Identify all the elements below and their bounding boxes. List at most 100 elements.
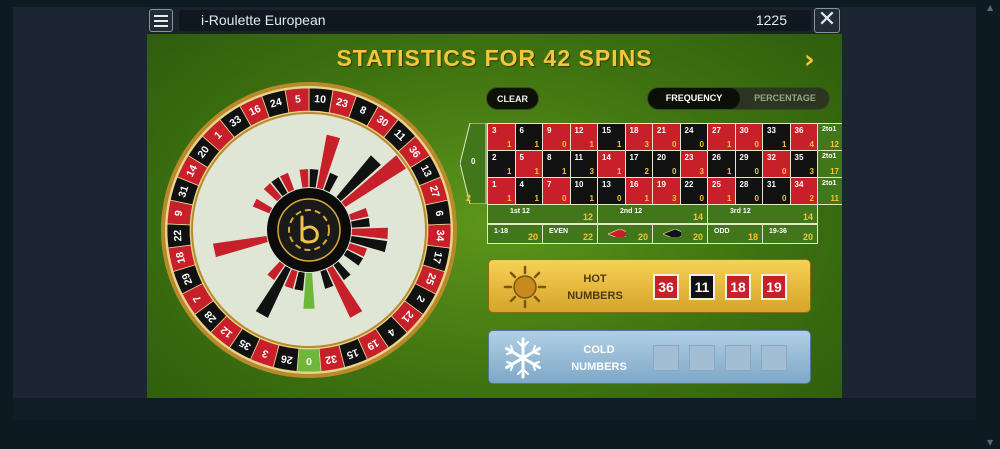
- board-even-money-freq: 22: [582, 232, 593, 242]
- cold-numbers-panel: COLD NUMBERS: [488, 330, 811, 384]
- board-cell[interactable]: 14 1: [597, 150, 626, 178]
- board-cell-number: 9: [547, 126, 552, 135]
- board-even-money-bet[interactable]: 20: [652, 224, 708, 244]
- cold-number-slot: [725, 345, 751, 371]
- board-cell[interactable]: 11 3: [569, 150, 598, 178]
- cold-number-slot: [689, 345, 715, 371]
- board-cell[interactable]: 30 0: [734, 123, 763, 151]
- board-cell[interactable]: 10 1: [569, 177, 598, 205]
- board-cell[interactable]: 28 0: [734, 177, 763, 205]
- tab-frequency[interactable]: FREQUENCY: [648, 88, 740, 109]
- board-even-money-bet[interactable]: EVEN 22: [542, 224, 598, 244]
- board-cell-number: 8: [547, 153, 552, 162]
- wheel-number: 26: [280, 352, 294, 366]
- board-cell[interactable]: 12 1: [569, 123, 598, 151]
- board-cell[interactable]: 31: [487, 123, 516, 151]
- board-cell[interactable]: 34 2: [789, 177, 818, 205]
- board-cell-freq: 2: [809, 194, 814, 203]
- cold-numbers-label: COLD NUMBERS: [559, 342, 639, 376]
- board-cell[interactable]: 18 3: [624, 123, 653, 151]
- board-cell-freq: 4: [809, 140, 814, 149]
- board-cell-number: 23: [684, 153, 694, 162]
- board-cell[interactable]: 70: [542, 177, 571, 205]
- board-cell[interactable]: 32 0: [762, 150, 791, 178]
- board-cell-number: 28: [739, 180, 749, 189]
- board-cell-freq: 1: [727, 140, 732, 149]
- board-cell-freq: 3: [699, 167, 704, 176]
- board-cell[interactable]: 27 1: [707, 123, 736, 151]
- board-cell[interactable]: 24 0: [679, 123, 708, 151]
- hot-numbers-panel: HOT NUMBERS 36 11 18 19: [488, 259, 811, 313]
- board-cell[interactable]: 22 0: [679, 177, 708, 205]
- balance: 1225: [755, 12, 787, 28]
- betting-board: 0 2 3 1 6 1 9 0 12 1 15 1 18 3 21 0 24 0 27 1 30 0 33 1 36 4 2to1 1…: [460, 123, 842, 244]
- cold-label-line2: NUMBERS: [571, 361, 627, 373]
- red-diamond-icon: [608, 229, 626, 237]
- board-cell-freq: 1: [727, 194, 732, 203]
- snowflake-icon: [505, 337, 541, 379]
- board-cell[interactable]: 19 3: [652, 177, 681, 205]
- wheel-number: 0: [306, 355, 312, 367]
- black-diamond-icon: [663, 229, 681, 237]
- board-cell[interactable]: 23 3: [679, 150, 708, 178]
- board-column-label: 2to1: [822, 126, 837, 133]
- close-button[interactable]: ✕: [814, 8, 840, 33]
- board-cell-freq: 1: [562, 167, 567, 176]
- board-dozen-bet[interactable]: 2nd 12 14: [597, 204, 708, 224]
- board-cell[interactable]: 81: [542, 150, 571, 178]
- scroll-up-arrow-icon[interactable]: ▲: [987, 4, 997, 12]
- board-cell-number: 19: [657, 180, 666, 189]
- board-cell[interactable]: 20 0: [652, 150, 681, 178]
- board-even-money-bet[interactable]: 20: [597, 224, 653, 244]
- board-cell[interactable]: 51: [514, 150, 543, 178]
- board-cell-freq: 1: [644, 194, 649, 203]
- board-column-bet[interactable]: 2to1 11: [817, 177, 842, 205]
- hot-number: 18: [725, 274, 751, 300]
- board-dozen-bet[interactable]: 1st 12 12: [487, 204, 598, 224]
- board-even-money-bet[interactable]: ODD 18: [707, 224, 763, 244]
- board-cell[interactable]: 41: [514, 177, 543, 205]
- board-cell[interactable]: 26 1: [707, 150, 736, 178]
- board-cell-freq: 0: [672, 140, 677, 149]
- board-column-bet[interactable]: 2to1 17: [817, 150, 842, 178]
- board-cell[interactable]: 31 0: [762, 177, 791, 205]
- board-cell[interactable]: 15 1: [597, 123, 626, 151]
- hamburger-icon: [154, 20, 168, 22]
- board-cell[interactable]: 13 0: [597, 177, 626, 205]
- board-cell[interactable]: 25 1: [707, 177, 736, 205]
- board-cell[interactable]: 35 3: [789, 150, 818, 178]
- board-cell-number: 22: [684, 180, 694, 189]
- board-cell-number: 27: [712, 126, 721, 135]
- board-cell[interactable]: 17 2: [624, 150, 653, 178]
- board-even-money-bet[interactable]: 1-18 20: [487, 224, 543, 244]
- board-zero[interactable]: 02: [460, 123, 487, 204]
- board-cell-number: 16: [629, 180, 639, 189]
- wheel-number: 32: [324, 352, 338, 366]
- board-even-money-bet[interactable]: 19-36 20: [762, 224, 818, 244]
- board-cell-freq: 0: [562, 140, 567, 149]
- board-cell[interactable]: 61: [514, 123, 543, 151]
- menu-button[interactable]: [149, 9, 173, 32]
- board-column-freq: 17: [830, 167, 839, 176]
- board-cell[interactable]: 21 0: [652, 123, 681, 151]
- board-even-money-freq: 20: [637, 232, 648, 242]
- board-cell[interactable]: 33 1: [762, 123, 791, 151]
- scroll-down-arrow-icon[interactable]: ▼: [987, 439, 997, 447]
- board-cell-number: 14: [602, 153, 611, 162]
- tab-percentage[interactable]: PERCENTAGE: [740, 88, 830, 109]
- board-column-freq: 12: [830, 140, 839, 149]
- board-cell-freq: 2: [644, 167, 649, 176]
- board-cell[interactable]: 21: [487, 150, 516, 178]
- next-arrow-icon[interactable]: ›: [804, 45, 815, 75]
- board-cell[interactable]: 36 4: [789, 123, 818, 151]
- board-column-bet[interactable]: 2to1 12: [817, 123, 842, 151]
- board-cell[interactable]: 90: [542, 123, 571, 151]
- board-cell[interactable]: 16 1: [624, 177, 653, 205]
- clear-button[interactable]: CLEAR: [486, 87, 539, 110]
- board-cell-number: 33: [767, 126, 776, 135]
- board-cell[interactable]: 11: [487, 177, 516, 205]
- board-dozen-label: 2nd 12: [620, 208, 643, 215]
- board-dozen-bet[interactable]: 3rd 12 14: [707, 204, 818, 224]
- board-cell[interactable]: 29 0: [734, 150, 763, 178]
- board-cell-number: 36: [794, 126, 804, 135]
